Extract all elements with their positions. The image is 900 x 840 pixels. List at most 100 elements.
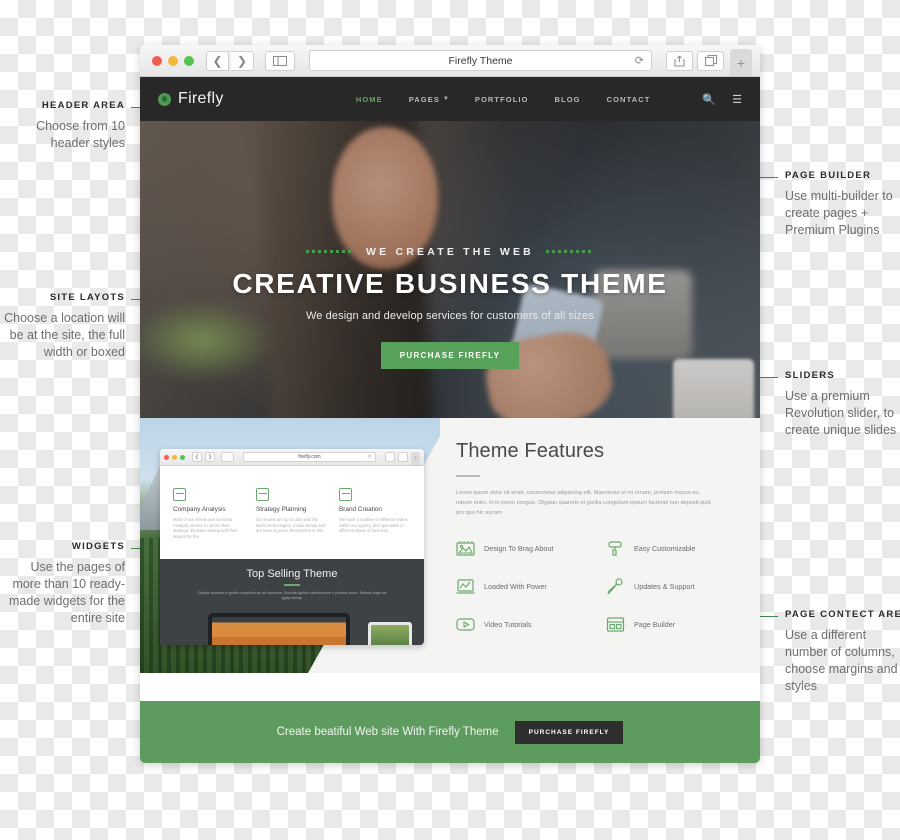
site-navbar: Firefly HOME PAGES ▼ PORTFOLIO BLOG CONT…	[140, 77, 760, 121]
search-icon[interactable]: 🔍	[702, 93, 716, 106]
inner-address-bar[interactable]: firefly.com ⟳	[243, 452, 376, 462]
inner-url-text: firefly.com	[298, 454, 321, 460]
hero-subtitle: We design and develop services for custo…	[306, 309, 594, 322]
inner-back-icon[interactable]: ❮	[192, 452, 202, 462]
close-button[interactable]	[152, 55, 162, 66]
nav-item-blog[interactable]: BLOG	[555, 95, 581, 104]
navigation-buttons[interactable]: ❮ ❯	[206, 50, 254, 71]
footer-text: Create beatiful Web site With Firefly Th…	[276, 726, 499, 738]
tablet-mockup	[368, 622, 412, 645]
pen-brush-icon	[606, 577, 625, 595]
hero-content: WE CREATE THE WEB CREATIVE BUSINESS THEM…	[140, 246, 760, 369]
features-section: ❮ ❯ firefly.com ⟳ + Company Analysis Mos…	[140, 418, 760, 673]
feature-item: Loaded With Power	[456, 578, 598, 595]
feature-label: Design To Brag About	[484, 543, 554, 553]
inner-column-body: Our teams are up to date with the latest…	[256, 517, 326, 534]
sidebar-icon[interactable]	[265, 50, 295, 71]
forward-icon[interactable]: ❯	[231, 50, 254, 71]
inner-column: Brand Creation We have a number of diffe…	[339, 488, 411, 539]
annotation-page-contect-area: PAGE CONTECT AREA Use a different number…	[785, 609, 900, 695]
inner-sidebar-icon[interactable]	[221, 452, 234, 462]
nav-item-contact[interactable]: CONTACT	[607, 95, 651, 104]
inner-column-heading: Brand Creation	[339, 506, 382, 513]
annotation-body: Use multi-builder to create pages + Prem…	[785, 189, 893, 237]
annotation-title: SLIDERS	[785, 370, 835, 381]
features-title: Theme Features	[456, 440, 605, 462]
tabs-icon[interactable]	[697, 50, 724, 71]
footer-cta-button[interactable]: PURCHASE FIREFLY	[514, 720, 624, 744]
feature-label: Video Tutorials	[484, 619, 532, 629]
feature-item: Design To Brag About	[456, 540, 598, 557]
browser-window: ❮ ❯ Firefly Theme ⟳ + Firefly HOME PAGES…	[140, 45, 760, 763]
browser-toolbar: ❮ ❯ Firefly Theme ⟳ +	[140, 45, 760, 77]
inner-column-heading: Strategy Planning	[256, 506, 307, 513]
annotation-widgets: WIDGETS Use the pages of more than 10 re…	[0, 541, 125, 627]
tablet-screen	[371, 625, 409, 645]
inner-new-tab-button[interactable]: +	[411, 452, 420, 465]
reload-icon[interactable]: ⟳	[635, 54, 644, 67]
feature-label: Updates & Support	[634, 581, 695, 591]
brand-creation-icon	[339, 488, 352, 501]
inner-column: Strategy Planning Our teams are up to da…	[256, 488, 328, 539]
toolbar-right-buttons[interactable]	[666, 50, 724, 71]
inner-dark-divider	[284, 584, 300, 586]
firefly-logo-icon	[158, 92, 171, 106]
layout-grid-icon	[606, 616, 625, 633]
inner-dark-panel: Top Selling Theme Olypian quarrels et go…	[160, 559, 424, 645]
features-list: Design To Brag About Easy Customizable L…	[456, 540, 748, 633]
nav-item-portfolio[interactable]: PORTFOLIO	[475, 95, 529, 104]
hero-title: CREATIVE BUSINESS THEME	[232, 267, 668, 299]
nav-item-pages[interactable]: PAGES ▼	[409, 95, 449, 104]
feature-label: Loaded With Power	[484, 581, 547, 591]
annotation-page-builder: PAGE BUILDER Use multi-builder to create…	[785, 170, 900, 239]
minimize-button[interactable]	[168, 55, 178, 66]
annotation-body: Use the pages of more than 10 ready-made…	[8, 560, 125, 625]
nav-item-home[interactable]: HOME	[356, 95, 383, 104]
theme-features-panel: Theme Features Lorem ipsum dolor sit ame…	[456, 440, 748, 633]
company-analysis-icon	[173, 488, 186, 501]
feature-item: Page Builder	[606, 616, 748, 633]
site-logo[interactable]: Firefly	[158, 90, 224, 108]
feature-label: Page Builder	[634, 619, 676, 629]
inner-share-icon[interactable]	[385, 452, 395, 462]
site-logo-text: Firefly	[178, 90, 224, 107]
analytics-laptop-icon	[456, 578, 475, 595]
annotation-header-area: HEADER AREA Choose from 10 header styles	[0, 100, 125, 152]
share-icon[interactable]	[666, 50, 693, 71]
features-paragraph: Lorem ipsum dolor sit amet, consectetur …	[456, 489, 711, 516]
annotation-body: Choose from 10 header styles	[36, 119, 125, 150]
annotation-title: PAGE CONTECT AREA	[785, 609, 900, 620]
video-play-icon	[456, 616, 475, 633]
inner-minimize-button[interactable]	[172, 454, 177, 460]
annotation-title: PAGE BUILDER	[785, 170, 872, 181]
inner-browser-mockup: ❮ ❯ firefly.com ⟳ + Company Analysis Mos…	[160, 449, 424, 645]
address-bar[interactable]: Firefly Theme ⟳	[309, 50, 652, 71]
nav-item-pages-label: PAGES	[408, 94, 440, 104]
inner-tabs-icon[interactable]	[398, 452, 408, 462]
inner-forward-icon[interactable]: ❯	[205, 452, 215, 462]
inner-reload-icon[interactable]: ⟳	[368, 454, 372, 460]
feature-label: Easy Customizable	[634, 543, 696, 553]
footer-cta-bar: Create beatiful Web site With Firefly Th…	[140, 701, 760, 763]
annotation-title: SITE LAYOTS	[49, 292, 125, 303]
features-divider	[456, 475, 480, 477]
hero-section: WE CREATE THE WEB CREATIVE BUSINESS THEM…	[140, 121, 760, 418]
chevron-down-icon: ▼	[442, 96, 449, 102]
paint-roller-icon	[606, 540, 625, 557]
annotation-title: WIDGETS	[71, 541, 125, 552]
feature-item: Updates & Support	[606, 577, 748, 595]
dash-left-icon	[306, 250, 355, 254]
laptop-screen	[212, 617, 346, 645]
inner-browser-toolbar: ❮ ❯ firefly.com ⟳ +	[160, 449, 424, 466]
annotation-body: Use a premium Revolution slider, to crea…	[785, 389, 897, 437]
inner-column-body: Most of our clients use our Data Analysi…	[173, 517, 238, 539]
hamburger-icon[interactable]: ☰	[732, 93, 742, 106]
window-controls[interactable]	[152, 55, 194, 66]
navbar-icons: 🔍 ☰	[702, 93, 742, 106]
hero-cta-button[interactable]: PURCHASE FIREFLY	[380, 341, 520, 369]
maximize-button[interactable]	[184, 55, 194, 66]
inner-close-button[interactable]	[164, 454, 169, 460]
inner-maximize-button[interactable]	[180, 454, 185, 460]
back-icon[interactable]: ❮	[206, 50, 229, 71]
new-tab-button[interactable]: +	[730, 49, 752, 76]
